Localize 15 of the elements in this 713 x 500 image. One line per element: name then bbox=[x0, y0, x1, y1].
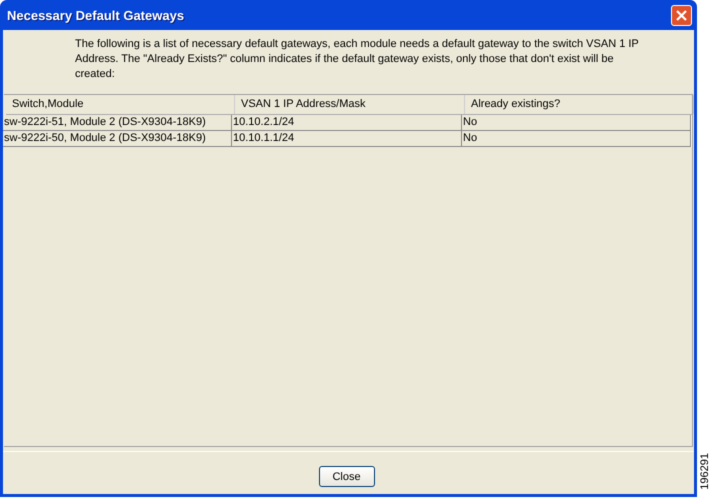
table-cell: 10.10.1.1/24 bbox=[232, 131, 462, 147]
table-cell: No bbox=[462, 131, 691, 147]
column-header[interactable]: VSAN 1 IP Address/Mask bbox=[235, 95, 465, 114]
description-text: The following is a list of necessary default gateways, each module needs a default gateway to the switch VSAN 1 IP Address. The "Already Exists?" column indicates if the default gateway exists, only those that don't exist will be created: bbox=[75, 37, 640, 82]
close-icon bbox=[676, 10, 687, 20]
table-cell: sw-9222i-50, Module 2 (DS-X9304-18K9) bbox=[3, 131, 232, 147]
table-cell: 10.10.2.1/24 bbox=[232, 115, 462, 131]
table-cell: sw-9222i-51, Module 2 (DS-X9304-18K9) bbox=[3, 115, 232, 131]
figure-number: 196291 bbox=[698, 453, 712, 490]
window-title: Necessary Default Gateways bbox=[7, 8, 184, 22]
column-header[interactable]: Already existings? bbox=[465, 95, 694, 114]
close-button[interactable] bbox=[671, 4, 692, 26]
table-cell: No bbox=[462, 115, 691, 131]
close-button[interactable]: Close bbox=[318, 466, 374, 487]
column-header[interactable]: Switch,Module bbox=[6, 95, 235, 114]
